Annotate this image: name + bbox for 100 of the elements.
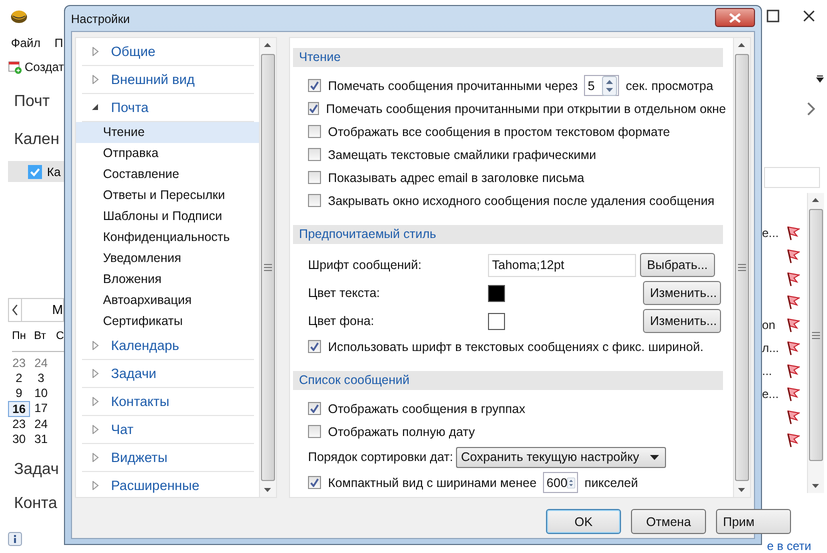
scrollbar[interactable] [807, 193, 824, 493]
tree-item[interactable]: Контакты [82, 388, 254, 416]
search-field[interactable] [764, 166, 820, 188]
collapsed-arrow-icon[interactable] [91, 47, 100, 56]
calendar-day[interactable]: 24 [30, 417, 52, 432]
message-subject[interactable]: е... [762, 386, 786, 401]
checkbox[interactable] [308, 79, 321, 92]
checkbox-label[interactable]: Отображать сообщения в группах [328, 402, 526, 416]
scroll-thumb[interactable] [735, 54, 749, 481]
flag-icon[interactable] [786, 340, 800, 356]
flag-icon[interactable] [786, 270, 800, 287]
calendar-day[interactable]: 17 [30, 401, 52, 416]
spin-field[interactable]: 5 [584, 75, 619, 96]
tree-item[interactable]: Календарь [82, 332, 254, 360]
tree-item[interactable]: Чат [82, 416, 254, 444]
calendar-day[interactable]: 2 [8, 371, 30, 386]
color-swatch[interactable] [488, 284, 505, 302]
checkbox[interactable] [308, 425, 321, 438]
spin-field[interactable]: 600 [542, 472, 578, 493]
tree-item[interactable]: Составление [76, 164, 259, 185]
tree-item[interactable]: Внешний вид [82, 66, 254, 94]
collapsed-arrow-icon[interactable] [91, 341, 100, 350]
tree-item[interactable]: Шаблоны и Подписи [76, 206, 259, 227]
color-swatch[interactable] [488, 312, 505, 330]
checkbox[interactable] [308, 194, 321, 207]
nav-heading[interactable]: Кален [14, 129, 64, 151]
tree-item[interactable]: Уведомления [76, 248, 259, 269]
calendar-day[interactable]: 3 [30, 371, 52, 386]
message-subject[interactable]: on [762, 318, 786, 332]
collapsed-arrow-icon[interactable] [91, 425, 100, 434]
tree-item[interactable]: Чтение [76, 122, 259, 143]
collapsed-arrow-icon[interactable] [91, 397, 100, 406]
flag-icon[interactable] [786, 294, 800, 310]
tree-item[interactable]: Расширенные [82, 472, 254, 497]
scroll-thumb[interactable] [809, 209, 823, 461]
calendar-day[interactable]: 9 [8, 386, 30, 401]
nav-heading[interactable]: Конта [14, 493, 64, 515]
collapsed-arrow-icon[interactable] [91, 369, 100, 378]
checkbox[interactable] [308, 102, 319, 115]
dropdown-arrow-icon[interactable] [816, 75, 824, 83]
checkbox-label[interactable]: Отображать полную дату [328, 424, 475, 438]
checkbox-label[interactable]: Использовать шрифт в текстовых сообщениях с фикс. шириной. [328, 340, 704, 354]
font-field[interactable]: Tahoma;12pt [488, 254, 636, 276]
checkbox[interactable] [308, 340, 321, 353]
tree-item[interactable]: Автоархивация [76, 290, 259, 311]
dialog-button[interactable]: Отмена [631, 509, 706, 534]
menu-item[interactable]: Файл [11, 36, 41, 50]
chevron-right-icon[interactable] [806, 100, 816, 117]
checkbox-label[interactable]: Компактный вид с ширинами менее [328, 476, 537, 490]
status-link[interactable]: е в сети [767, 539, 827, 553]
scrollbar[interactable] [733, 38, 750, 497]
expanded-arrow-icon[interactable] [91, 103, 100, 112]
calendar-day[interactable]: 16 [8, 401, 30, 417]
message-subject[interactable]: л... [762, 340, 786, 355]
tree-item[interactable]: Ответы и Пересылки [76, 185, 259, 206]
checkbox-label[interactable]: Помечать сообщения прочитанными через [328, 78, 578, 92]
flag-icon[interactable] [786, 362, 800, 379]
choose-button[interactable]: Выбрать... [640, 253, 715, 277]
checkbox[interactable] [308, 402, 321, 415]
tree-item[interactable]: Задачи [82, 360, 254, 388]
tree-item[interactable]: Виджеты [82, 444, 254, 472]
sort-dropdown[interactable]: Сохранить текущую настройку [456, 446, 666, 468]
calendar-day[interactable]: 23 [8, 417, 30, 432]
flag-icon[interactable] [786, 432, 800, 448]
checkbox-label[interactable]: Помечать сообщения прочитанными при открытии в отдельном окне [326, 102, 726, 116]
flag-icon[interactable] [786, 248, 800, 264]
scroll-thumb[interactable] [261, 54, 275, 481]
close-icon[interactable] [802, 9, 816, 23]
calendar-day[interactable]: 10 [30, 386, 52, 401]
collapsed-arrow-icon[interactable] [91, 481, 100, 490]
change-button[interactable]: Изменить... [643, 309, 721, 333]
checkbox[interactable] [308, 125, 321, 138]
dialog-button[interactable]: OK [546, 509, 621, 534]
calendar-day[interactable]: 24 [30, 356, 52, 371]
checkbox-label[interactable]: Замещать текстовые смайлики графическими [328, 148, 596, 162]
close-button[interactable] [715, 8, 755, 27]
menu-item[interactable]: П [54, 36, 64, 50]
flag-icon[interactable] [786, 386, 800, 402]
spinner-arrows-icon[interactable] [602, 76, 617, 96]
message-subject[interactable]: е... [762, 226, 786, 240]
toolbar-button[interactable]: Создат [8, 59, 64, 75]
collapsed-arrow-icon[interactable] [91, 453, 100, 462]
checkbox-label[interactable]: Закрывать окно исходного сообщения после удаления сообщения [328, 194, 714, 208]
scrollbar[interactable] [259, 38, 276, 497]
tree-item[interactable]: Конфиденциальность [76, 227, 259, 248]
checkbox[interactable] [308, 148, 321, 161]
calendar-day[interactable]: 23 [8, 356, 30, 371]
checkbox[interactable] [28, 164, 42, 178]
change-button[interactable]: Изменить... [643, 281, 721, 305]
message-subject[interactable]: ... [762, 364, 786, 378]
tree-item[interactable]: Сертификаты [76, 311, 259, 332]
checkbox[interactable] [308, 171, 321, 184]
tree-item[interactable]: Общие [82, 38, 254, 66]
flag-icon[interactable] [786, 408, 800, 425]
checkbox-label[interactable]: Показывать адрес email в заголовке письма [328, 170, 584, 184]
tree-item[interactable]: Отправка [76, 143, 259, 164]
nav-heading[interactable]: Задач [14, 459, 64, 481]
checkbox-label[interactable]: Отображать все сообщения в простом текстовом формате [328, 124, 670, 138]
calendar-list-item[interactable]: Ка [8, 161, 64, 182]
tree-item[interactable]: Вложения [76, 269, 259, 290]
